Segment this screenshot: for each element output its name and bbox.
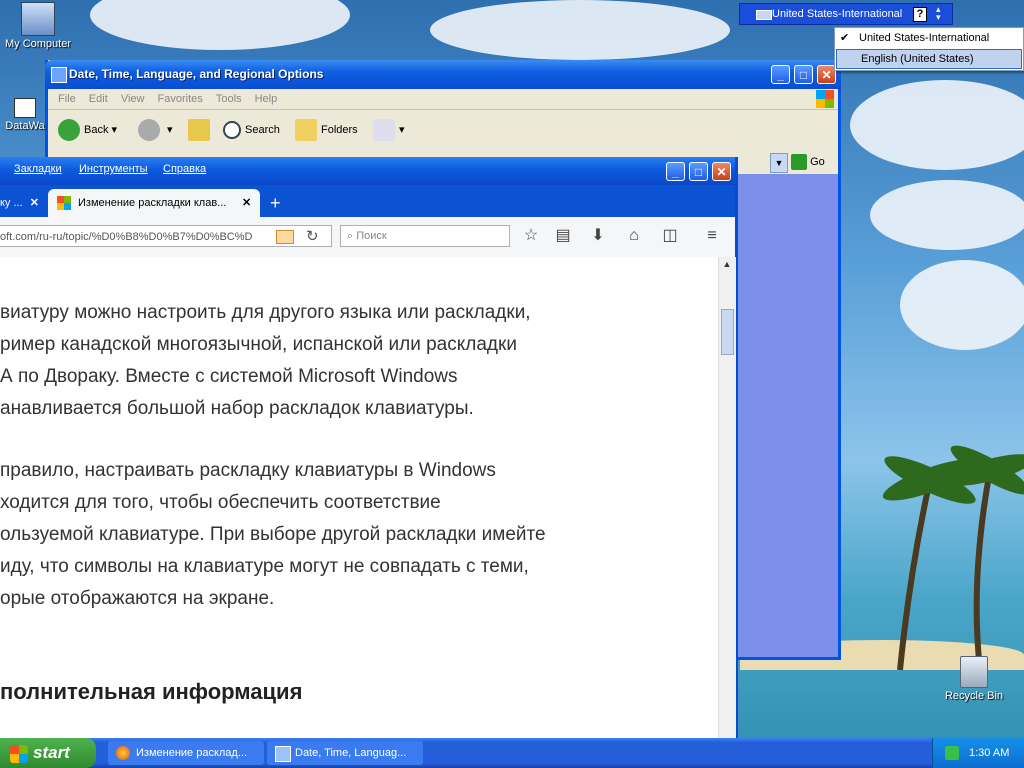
explorer-title: Date, Time, Language, and Regional Optio… xyxy=(69,67,324,81)
menu-bookmarks[interactable]: Закладки xyxy=(14,163,62,175)
paragraph-line: анавливается большой набор раскладок кла… xyxy=(0,398,474,419)
explorer-toolbar: Back ▾ ▾ Search Folders ▾ xyxy=(48,110,838,150)
window-icon xyxy=(51,67,67,83)
go-button[interactable]: Go xyxy=(791,153,825,171)
tab-previous[interactable]: ку ... ✕ xyxy=(0,189,46,217)
browser-window: Закладки Инструменты Справка _ □ ✕ ку ..… xyxy=(0,157,738,739)
computer-icon xyxy=(21,2,55,36)
desktop-icon-my-computer[interactable]: My Computer xyxy=(3,2,73,50)
start-button[interactable]: start xyxy=(0,738,96,768)
vertical-scrollbar[interactable]: ▲ xyxy=(718,257,736,739)
language-menu-item-us-international[interactable]: ✔ United States-International xyxy=(835,28,1023,48)
firefox-icon xyxy=(116,746,130,760)
back-arrow-icon xyxy=(58,119,80,142)
system-tray: 1:30 AM xyxy=(932,738,1024,768)
shortcut-icon xyxy=(14,98,36,118)
reader-mode-icon[interactable] xyxy=(276,230,294,244)
folders-button[interactable]: Folders xyxy=(295,118,358,142)
menu-file[interactable]: File xyxy=(58,89,76,109)
minimize-button[interactable]: _ xyxy=(771,65,790,84)
back-button[interactable]: Back ▾ xyxy=(58,118,117,142)
scroll-up-arrow[interactable]: ▲ xyxy=(720,259,734,273)
search-icon xyxy=(223,121,241,140)
reload-icon[interactable]: ↻ xyxy=(306,227,319,245)
search-field[interactable]: ⌕ Поиск xyxy=(340,225,510,247)
paragraph-line: А по Двораку. Вместе с системой Microsof… xyxy=(0,366,458,387)
paragraph-line: орые отображаются на экране. xyxy=(0,588,275,609)
explorer-menu-bar: File Edit View Favorites Tools Help xyxy=(48,89,838,110)
checkmark-icon: ✔ xyxy=(840,32,850,44)
go-arrow-icon xyxy=(791,154,807,171)
new-tab-button[interactable]: + xyxy=(270,189,281,217)
search-button[interactable]: Search xyxy=(223,118,280,142)
navigation-bar: oft.com/ru-ru/topic/%D0%B8%D0%B7%D0%BC%D… xyxy=(0,217,735,258)
paragraph-line: ример канадской многоязычной, испанской … xyxy=(0,334,517,355)
language-bar[interactable]: United States-International ? ▴ ▾ xyxy=(739,3,953,25)
control-panel-icon xyxy=(275,746,291,762)
home-icon[interactable]: ⌂ xyxy=(625,227,643,245)
current-layout: United States-International xyxy=(772,8,903,20)
microsoft-logo-icon xyxy=(57,196,71,210)
hamburger-menu-icon[interactable]: ≡ xyxy=(703,227,721,245)
up-folder-icon xyxy=(188,119,210,142)
browser-title-bar[interactable]: Закладки Инструменты Справка _ □ ✕ xyxy=(0,157,735,185)
forward-button[interactable]: ▾ xyxy=(138,118,173,142)
bookmark-star-icon[interactable]: ☆ xyxy=(522,227,540,245)
paragraph-line: виатуру можно настроить для другого язык… xyxy=(0,302,531,323)
keyboard-icon xyxy=(756,10,772,20)
language-menu: ✔ United States-International English (U… xyxy=(834,27,1024,71)
clock[interactable]: 1:30 AM xyxy=(969,738,1009,768)
section-heading: полнительная информация xyxy=(0,679,303,704)
desktop-icon-recycle-bin[interactable]: Recycle Bin xyxy=(939,656,1009,702)
pocket-icon[interactable]: ◫ xyxy=(661,227,679,245)
windows-flag-icon xyxy=(10,744,28,763)
address-dropdown[interactable]: ▼ xyxy=(770,153,788,173)
maximize-button[interactable]: □ xyxy=(689,162,708,181)
menu-help[interactable]: Help xyxy=(255,89,278,109)
views-icon xyxy=(373,119,395,142)
menu-edit[interactable]: Edit xyxy=(89,89,108,109)
views-button[interactable]: ▾ xyxy=(373,118,405,142)
desktop-icon-label: Recycle Bin xyxy=(944,690,1004,702)
folder-icon xyxy=(295,119,317,142)
recycle-bin-icon xyxy=(960,656,988,688)
tab-current[interactable]: Изменение раскладки клав... ✕ xyxy=(48,189,260,217)
paragraph-line: ходится для того, чтобы обеспечить соотв… xyxy=(0,492,441,513)
paragraph-line: иду, что символы на клавиатуре могут не … xyxy=(0,556,529,577)
scroll-thumb[interactable] xyxy=(721,309,734,355)
tab-close-icon[interactable]: ✕ xyxy=(30,197,39,209)
windows-logo-icon xyxy=(816,90,834,108)
minimize-button[interactable]: _ xyxy=(666,162,685,181)
palm-trees-image xyxy=(882,445,1024,671)
language-menu-item-english-us[interactable]: English (United States) xyxy=(836,49,1022,69)
forward-arrow-icon xyxy=(138,119,160,142)
page-content: виатуру можно настроить для другого язык… xyxy=(0,257,718,739)
menu-view[interactable]: View xyxy=(121,89,145,109)
taskbar: start Изменение расклад... Date, Time, L… xyxy=(0,738,1024,768)
menu-help[interactable]: Справка xyxy=(163,163,206,175)
paragraph-line: ользуемой клавиатуре. При выборе другой … xyxy=(0,524,546,545)
close-button[interactable]: ✕ xyxy=(712,162,731,181)
language-bar-options-icon[interactable]: ▴ ▾ xyxy=(936,5,941,22)
search-icon: ⌕ xyxy=(347,230,354,242)
desktop-icon-label: DataWa xyxy=(5,120,45,132)
explorer-title-bar[interactable]: Date, Time, Language, and Regional Optio… xyxy=(45,60,841,89)
tab-close-icon[interactable]: ✕ xyxy=(242,189,251,217)
paragraph-line: правило, настраивать раскладку клавиатур… xyxy=(0,460,496,481)
menu-tools[interactable]: Tools xyxy=(216,89,242,109)
menu-tools[interactable]: Инструменты xyxy=(79,163,148,175)
up-folder-button[interactable] xyxy=(188,118,214,142)
download-icon[interactable]: ⬇ xyxy=(589,227,607,245)
tray-network-icon[interactable] xyxy=(945,746,959,760)
menu-favorites[interactable]: Favorites xyxy=(158,89,203,109)
taskbar-item-browser[interactable]: Изменение расклад... xyxy=(108,741,264,765)
desktop-icon-label: My Computer xyxy=(4,38,72,50)
maximize-button[interactable]: □ xyxy=(794,65,813,84)
help-icon[interactable]: ? xyxy=(913,7,927,22)
tab-strip: ку ... ✕ Изменение раскладки клав... ✕ + xyxy=(0,185,735,217)
taskbar-item-explorer[interactable]: Date, Time, Languag... xyxy=(267,741,423,765)
bookmarks-list-icon[interactable]: ▤ xyxy=(554,227,572,245)
